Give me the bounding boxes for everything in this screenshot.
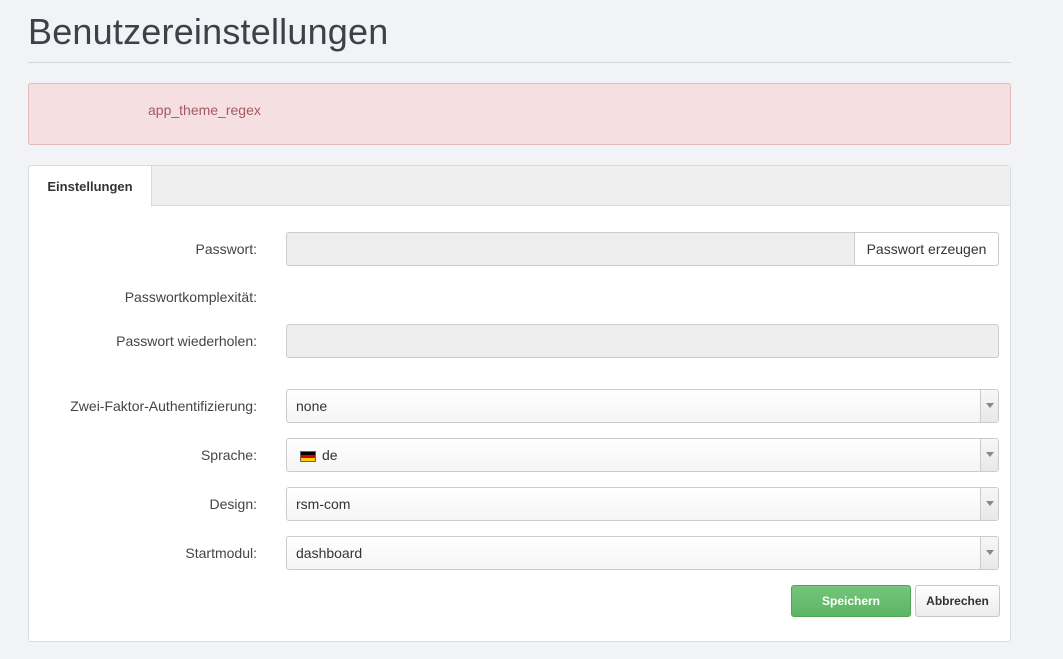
alert-message: app_theme_regex: [148, 102, 261, 118]
settings-panel: Einstellungen Passwort: Passwort erzeuge…: [28, 165, 1011, 642]
password-input[interactable]: [286, 232, 856, 266]
start-module-value: dashboard: [296, 545, 363, 561]
password-complexity-label: Passwortkomplexität:: [124, 289, 257, 305]
page: Benutzereinstellungen app_theme_regex Ei…: [28, 0, 1011, 659]
password-repeat-input[interactable]: [286, 324, 999, 358]
error-alert: app_theme_regex: [28, 83, 1011, 145]
design-value: rsm-com: [296, 496, 351, 512]
two-factor-value: none: [296, 398, 328, 414]
tab-einstellungen[interactable]: Einstellungen: [29, 166, 152, 207]
title-divider: [28, 62, 1011, 63]
chevron-down-icon[interactable]: [980, 390, 998, 422]
design-select[interactable]: rsm-com: [286, 487, 999, 521]
chevron-down-icon[interactable]: [980, 537, 998, 569]
two-factor-select[interactable]: none: [286, 389, 999, 423]
germany-flag-icon: [300, 451, 316, 462]
language-label: Sprache:: [200, 447, 257, 463]
save-button[interactable]: Speichern: [791, 585, 911, 617]
language-value: de: [322, 447, 338, 463]
page-title: Benutzereinstellungen: [28, 11, 389, 52]
two-factor-label: Zwei-Faktor-Authentifizierung:: [70, 398, 257, 414]
chevron-down-icon[interactable]: [980, 488, 998, 520]
language-select[interactable]: de: [286, 438, 999, 472]
chevron-down-icon[interactable]: [980, 439, 998, 471]
start-module-select[interactable]: dashboard: [286, 536, 999, 570]
design-label: Design:: [209, 496, 257, 512]
password-label: Passwort:: [195, 241, 257, 257]
password-repeat-label: Passwort wiederholen:: [116, 333, 257, 349]
start-module-label: Startmodul:: [185, 545, 257, 561]
tab-bar: Einstellungen: [29, 166, 1010, 207]
generate-password-button[interactable]: Passwort erzeugen: [854, 232, 999, 266]
cancel-button[interactable]: Abbrechen: [915, 585, 1000, 617]
